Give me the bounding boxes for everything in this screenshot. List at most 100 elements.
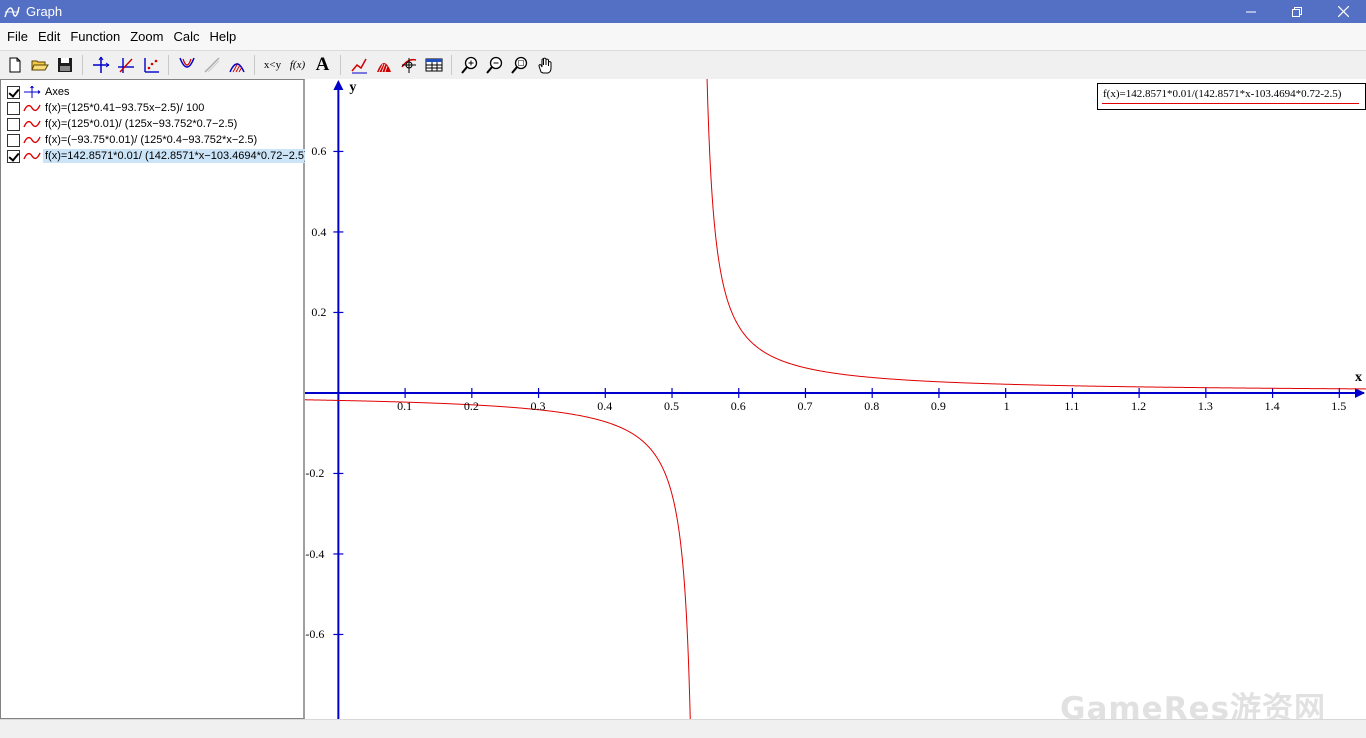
function-list-item[interactable]: Axes <box>7 84 71 100</box>
insert-shading-button[interactable] <box>224 53 249 77</box>
close-icon <box>1337 6 1349 17</box>
restore-button[interactable] <box>1274 0 1320 23</box>
new-button[interactable] <box>2 53 27 77</box>
x-tick-label: 1 <box>1003 398 1010 413</box>
insert-function-button[interactable] <box>174 53 199 77</box>
insert-series-icon: x<y <box>263 59 282 71</box>
function-visible-checkbox[interactable] <box>7 101 20 115</box>
insert-point-series-button[interactable] <box>346 53 371 77</box>
zoom-in-button[interactable] <box>457 53 482 77</box>
insert-fx-button[interactable]: f(x) <box>285 53 310 77</box>
toolbar: x<y f(x) A <box>0 50 1366 79</box>
x-tick-label: 0.9 <box>930 398 946 413</box>
x-tick-label: 0.5 <box>664 398 679 413</box>
table-button[interactable] <box>421 53 446 77</box>
menu-help[interactable]: Help <box>204 23 241 50</box>
function-visible-checkbox[interactable] <box>7 85 20 99</box>
x-tick-label: 0.8 <box>864 398 880 413</box>
title-bar: Graph <box>0 0 1366 23</box>
function-list-item[interactable]: f(x)=(125*0.01)/ (125x−93.752*0.7−2.5) <box>7 116 239 132</box>
x-tick-label: 0.6 <box>730 398 746 413</box>
axes-dots-button[interactable] <box>138 53 163 77</box>
x-axis-name: x <box>1355 369 1362 385</box>
insert-point-series-icon <box>350 58 367 74</box>
window-controls <box>1228 0 1366 23</box>
x-tick-label: 1.2 <box>1131 398 1147 413</box>
zoom-out-button[interactable] <box>482 53 507 77</box>
y-tick-label: -0.4 <box>305 546 325 561</box>
menu-zoom[interactable]: Zoom <box>125 23 168 50</box>
insert-tangent-icon <box>204 57 219 73</box>
y-tick-label: 0.2 <box>311 305 327 320</box>
x-tick-label: 1.1 <box>1064 398 1080 413</box>
function-visible-checkbox[interactable] <box>7 149 20 163</box>
axes-dots-icon <box>143 58 159 73</box>
function-list-item[interactable]: f(x)=142.8571*0.01/ (142.8571*x−103.4694… <box>7 148 310 164</box>
axes-icon <box>92 56 109 73</box>
insert-function-icon <box>178 57 195 68</box>
insert-shading-icon <box>228 62 245 73</box>
y-tick-label: -0.2 <box>305 466 325 481</box>
y-tick-label: 0.6 <box>311 144 327 159</box>
new-icon <box>9 57 20 73</box>
zoom-square-button[interactable] <box>507 53 532 77</box>
function-label: f(x)=142.8571*0.01/ (142.8571*x−103.4694… <box>43 149 310 163</box>
axes-button[interactable] <box>88 53 113 77</box>
close-button[interactable] <box>1320 0 1366 23</box>
menu-edit[interactable]: Edit <box>33 23 65 50</box>
save-button[interactable] <box>52 53 77 77</box>
function-visible-checkbox[interactable] <box>7 133 20 147</box>
insert-relation-button[interactable] <box>371 53 396 77</box>
curve-icon <box>23 152 41 160</box>
axes-cross-icon <box>117 58 134 73</box>
function-label: f(x)=(125*0.41−93.75x−2.5)/ 100 <box>45 102 205 114</box>
insert-label-icon: A <box>315 54 330 75</box>
x-tick-label: 0.1 <box>397 398 413 413</box>
table-icon <box>425 58 442 72</box>
y-tick-label: 0.4 <box>311 224 327 239</box>
function-list-panel: Axes f(x)=(125*0.41−93.75x−2.5)/ 100 f(x)=… <box>0 79 310 719</box>
pan-hand-icon <box>537 57 551 74</box>
y-axis-arrow <box>333 80 344 90</box>
curve-icon <box>23 120 41 128</box>
minimize-button[interactable] <box>1228 0 1274 23</box>
toolbar-separator <box>168 55 169 75</box>
zoom-out-icon <box>485 56 502 74</box>
function-label: f(x)=(−93.75*0.01)/ (125*0.4−93.752*x−2.… <box>45 134 258 146</box>
menu-calc[interactable]: Calc <box>168 23 204 50</box>
x-tick-label: 0.2 <box>463 398 479 413</box>
open-button[interactable] <box>27 53 52 77</box>
function-list-item[interactable]: f(x)=(−93.75*0.01)/ (125*0.4−93.752*x−2.… <box>7 132 259 148</box>
y-tick-label: -0.6 <box>305 627 325 642</box>
toolbar-separator <box>451 55 452 75</box>
save-icon <box>57 58 72 72</box>
function-curve-right-branch <box>706 79 1366 390</box>
menu-file[interactable]: File <box>2 23 33 50</box>
insert-tangent-button[interactable] <box>199 53 224 77</box>
zoom-in-icon <box>460 56 477 74</box>
menu-function[interactable]: Function <box>65 23 125 50</box>
insert-relation-icon <box>376 63 391 73</box>
x-axis-arrow <box>1355 387 1365 398</box>
insert-label-button[interactable]: A <box>310 53 335 77</box>
zoom-square-icon <box>510 56 527 74</box>
pan-hand-button[interactable] <box>532 53 557 77</box>
restore-icon <box>1292 6 1302 17</box>
toolbar-separator <box>82 55 83 75</box>
graph-app-icon <box>4 6 20 17</box>
x-tick-label: 0.4 <box>597 398 613 413</box>
function-visible-checkbox[interactable] <box>7 117 20 131</box>
function-list-item[interactable]: f(x)=(125*0.41−93.75x−2.5)/ 100 <box>7 100 206 116</box>
function-label: f(x)=(125*0.01)/ (125x−93.752*0.7−2.5) <box>45 118 238 130</box>
insert-series-button[interactable]: x<y <box>260 53 285 77</box>
open-icon <box>30 60 49 71</box>
function-legend[interactable]: f(x)=142.8571*0.01/(142.8571*x-103.4694*… <box>1097 83 1366 110</box>
axes-icon <box>24 86 41 98</box>
curve-icon <box>23 104 41 112</box>
evaluate-button[interactable] <box>396 53 421 77</box>
y-axis-name: y <box>349 80 357 95</box>
curve-icon <box>23 136 41 144</box>
graph-area[interactable]: 0.1 0.2 0.3 0.4 0.5 0.6 0.7 0.8 0.9 1 1.1 1.2 1.3 1.4… <box>305 79 1366 719</box>
axes-cross-button[interactable] <box>113 53 138 77</box>
x-tick-label: 1.3 <box>1197 398 1213 413</box>
